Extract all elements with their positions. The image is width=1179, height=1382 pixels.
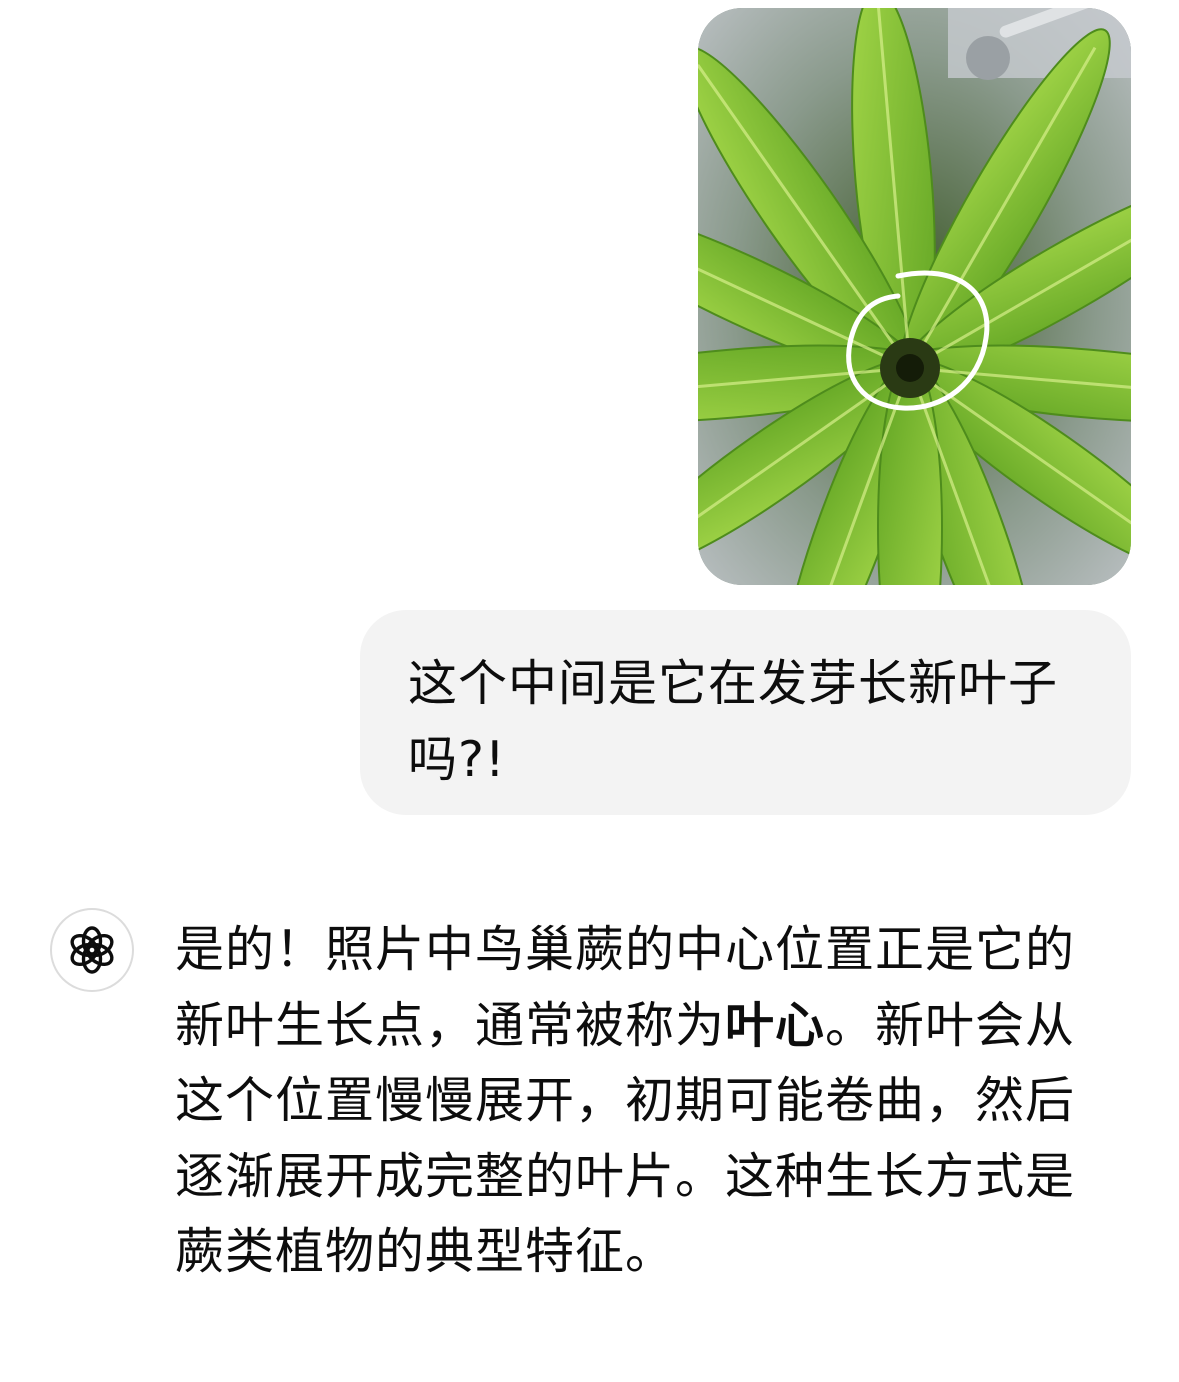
- user-message-bubble: 这个中间是它在发芽长新叶子吗?!: [360, 610, 1131, 815]
- openai-logo-icon: [70, 926, 114, 974]
- assistant-avatar: [50, 908, 134, 992]
- user-message-text: 这个中间是它在发芽长新叶子吗?!: [408, 655, 1059, 788]
- assistant-message-text: 是的！照片中鸟巢蕨的中心位置正是它的新叶生长点，通常被称为叶心。新叶会从这个位置…: [175, 912, 1095, 1290]
- assistant-text-bold-term: 叶心: [725, 996, 826, 1054]
- user-attached-photo[interactable]: [698, 8, 1131, 585]
- fern-photo-image: [698, 8, 1131, 585]
